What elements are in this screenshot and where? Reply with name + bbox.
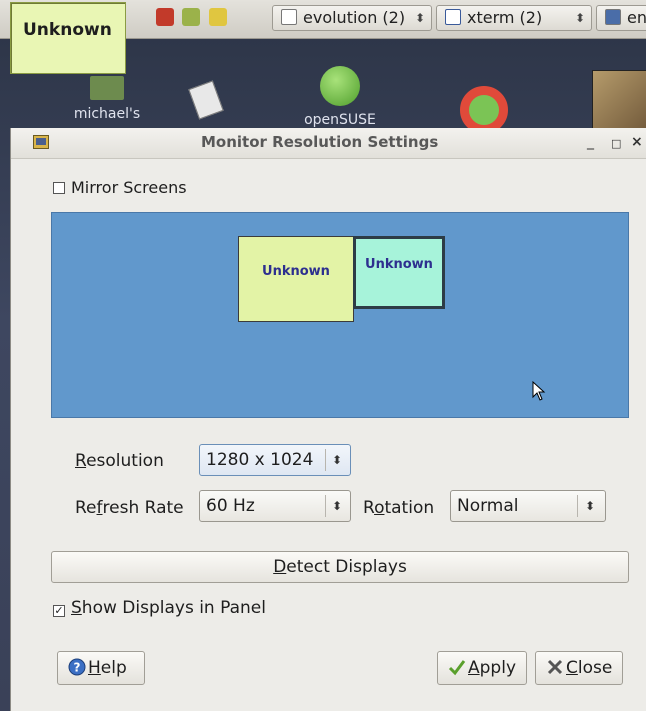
chevron-updown-icon: ⬍	[574, 11, 585, 25]
detect-displays-button[interactable]: Detect Displays	[51, 551, 629, 583]
close-icon[interactable]: ×	[631, 134, 643, 150]
editor-icon[interactable]	[209, 8, 227, 26]
checkbox-unchecked[interactable]	[53, 182, 65, 194]
chevron-updown-icon: ⬍	[585, 499, 596, 513]
monitor-2[interactable]: Unknown	[353, 236, 445, 309]
checkmark-icon	[448, 660, 466, 676]
rotation-select[interactable]: Normal ⬍	[450, 490, 606, 522]
launcher-icon[interactable]	[156, 8, 174, 26]
help-lifebuoy-icon	[460, 86, 508, 134]
display-settings-icon	[33, 135, 49, 149]
chevron-updown-icon: ⬍	[332, 453, 343, 467]
desktop-icon-document[interactable]	[186, 80, 226, 120]
home-folder-icon	[90, 76, 124, 100]
monitor-1[interactable]: Unknown	[238, 236, 354, 322]
photo-thumbnail[interactable]	[592, 70, 646, 134]
monitor-layout-canvas[interactable]: Unknown Unknown	[51, 212, 629, 418]
display-tooltip: Unknown	[10, 2, 126, 74]
chevron-updown-icon: ⬍	[414, 11, 425, 25]
dialog-title: Monitor Resolution Settings	[201, 133, 439, 151]
desktop-icon-help[interactable]	[456, 86, 512, 134]
refresh-rate-select[interactable]: 60 Hz ⬍	[199, 490, 351, 522]
checkbox-checked[interactable]: ✓	[53, 605, 65, 617]
minimize-icon[interactable]: _	[587, 134, 594, 150]
help-icon: ?	[68, 658, 86, 676]
svg-text:?: ?	[74, 661, 81, 675]
apply-button[interactable]: Apply	[437, 651, 527, 685]
app-icon	[605, 9, 621, 25]
task-button-xterm[interactable]: xterm (2) ⬍	[436, 5, 592, 31]
terminal-icon	[445, 9, 461, 25]
desktop-icon-home[interactable]: michael's	[70, 76, 144, 122]
show-displays-in-panel-checkbox[interactable]: ✓ Show Displays in Panel	[53, 598, 266, 618]
opensuse-icon	[320, 66, 360, 106]
desktop-icon-opensuse[interactable]: openSUSE	[292, 66, 388, 128]
mirror-screens-checkbox[interactable]: Mirror Screens	[53, 178, 187, 197]
rotation-label: Rotation	[363, 498, 435, 518]
trash-icon[interactable]	[182, 8, 200, 26]
mouse-pointer-icon	[532, 381, 546, 401]
maximize-icon[interactable]: □	[611, 137, 621, 150]
document-icon	[188, 80, 224, 120]
resolution-label: Resolution	[75, 451, 164, 471]
calendar-icon	[281, 9, 297, 25]
resolution-select[interactable]: 1280 x 1024 ⬍	[199, 444, 351, 476]
help-button[interactable]: ? Help	[57, 651, 145, 685]
monitor-settings-dialog: Monitor Resolution Settings _ □ × Mirror…	[10, 128, 646, 711]
dialog-titlebar[interactable]: Monitor Resolution Settings _ □ ×	[11, 128, 646, 159]
refresh-rate-label: Refresh Rate	[75, 498, 184, 518]
close-button[interactable]: Close	[535, 651, 623, 685]
close-x-icon	[547, 659, 563, 675]
task-button-en[interactable]: en	[596, 5, 646, 31]
task-button-evolution[interactable]: evolution (2) ⬍	[272, 5, 432, 31]
chevron-updown-icon: ⬍	[332, 499, 343, 513]
